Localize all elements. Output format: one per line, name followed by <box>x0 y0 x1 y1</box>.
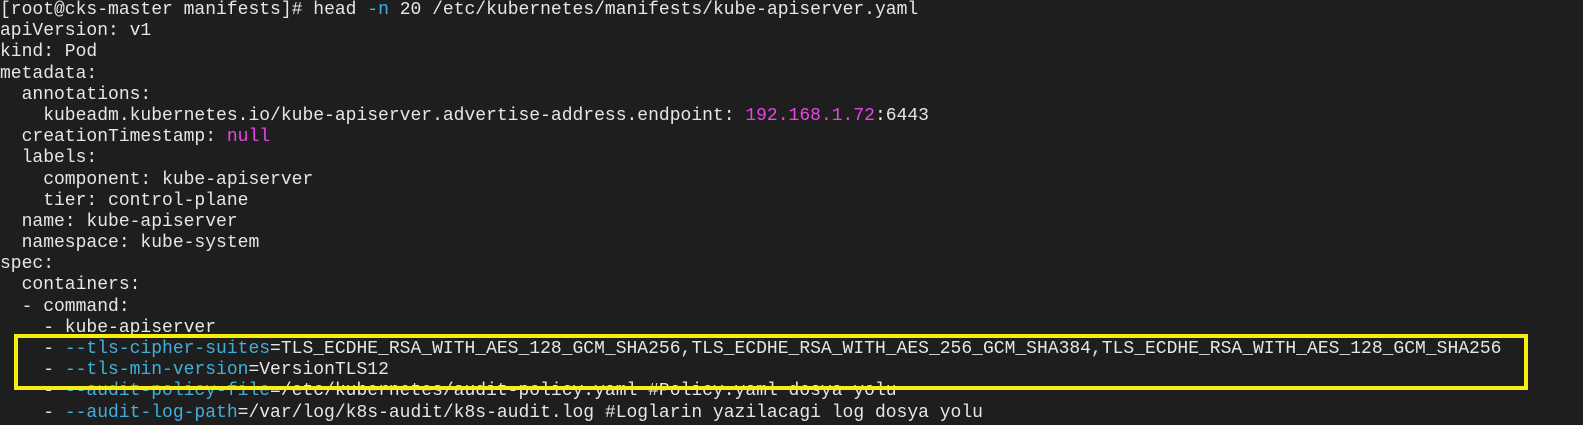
yaml-line: namespace: kube-system <box>0 233 260 254</box>
yaml-line: labels: <box>0 148 98 169</box>
prompt: [root@cks-master manifests]# <box>0 0 314 20</box>
yaml-line: - command: <box>0 296 130 317</box>
command-name: head <box>313 0 368 20</box>
command-line: [root@cks-master manifests]# head -n 20 … <box>0 0 1583 21</box>
yaml-line: tier: control-plane <box>0 190 249 211</box>
yaml-line: component: kube-apiserver <box>0 169 314 190</box>
arg-value: =/var/log/k8s-audit/k8s-audit.log #Logla… <box>237 402 983 423</box>
yaml-line: apiVersion: v1 <box>0 21 152 42</box>
creation-key: creationTimestamp: <box>0 127 227 148</box>
yaml-line: kind: Pod <box>0 42 98 63</box>
terminal-output: [root@cks-master manifests]# head -n 20 … <box>0 0 1583 424</box>
yaml-line: metadata: <box>0 63 98 84</box>
command-flag: -n <box>367 0 389 20</box>
endpoint-port: :6443 <box>874 105 929 126</box>
yaml-line-endpoint: kubeadm.kubernetes.io/kube-apiserver.adv… <box>0 106 1583 127</box>
creation-value: null <box>226 127 271 148</box>
endpoint-ip: 192.168.1.72 <box>745 105 875 126</box>
yaml-line: annotations: <box>0 84 152 105</box>
highlight-box <box>14 334 1528 390</box>
yaml-line: name: kube-apiserver <box>0 211 238 232</box>
arg-prefix: - <box>0 402 65 423</box>
yaml-line: spec: <box>0 254 55 275</box>
command-args: 20 /etc/kubernetes/manifests/kube-apiser… <box>388 0 919 20</box>
endpoint-key: kubeadm.kubernetes.io/kube-apiserver.adv… <box>0 105 746 126</box>
yaml-line-creation: creationTimestamp: null <box>0 127 1583 148</box>
arg-flag: --audit-log-path <box>64 402 238 423</box>
yaml-line: containers: <box>0 275 141 296</box>
arg-line-audit-log-path: - --audit-log-path=/var/log/k8s-audit/k8… <box>0 403 1583 424</box>
